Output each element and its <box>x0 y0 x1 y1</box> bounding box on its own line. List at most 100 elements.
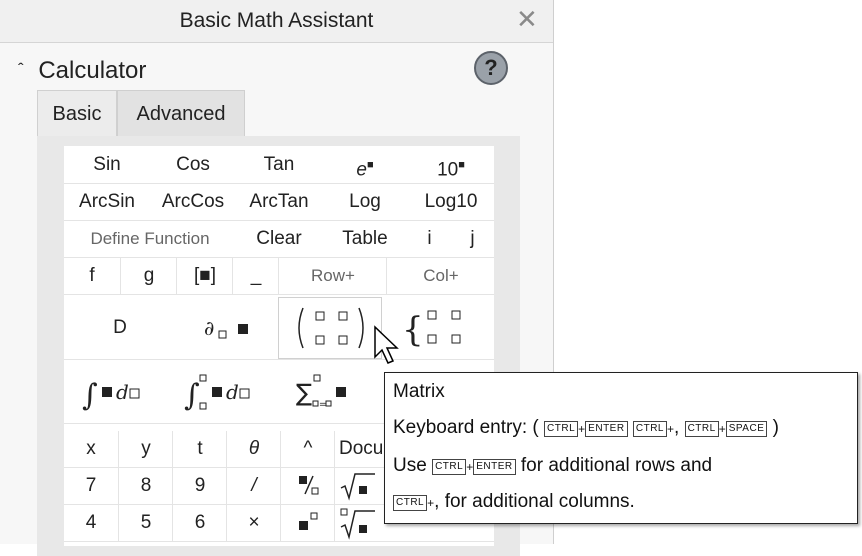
ctrl-key-icon: CTRL <box>684 421 719 437</box>
j-button[interactable]: j <box>451 221 494 257</box>
plus-sign: + <box>718 422 726 436</box>
comma-key: , <box>674 417 680 438</box>
help-icon[interactable]: ? <box>474 51 508 85</box>
matrix-icon <box>298 307 364 349</box>
svg-text:d: d <box>116 380 129 404</box>
derivative-button[interactable]: D <box>64 297 176 359</box>
fraction-icon <box>299 475 319 495</box>
piecewise-icon: { <box>402 310 461 350</box>
svg-text:∫: ∫ <box>184 378 200 413</box>
ctrl-key-icon: CTRL <box>393 495 428 511</box>
y-button[interactable]: y <box>118 431 173 467</box>
sqrt-icon <box>340 473 375 501</box>
log-button[interactable]: Log <box>322 184 408 220</box>
tooltip-use-label: Use <box>393 455 427 476</box>
col-plus-button[interactable]: Col+ <box>386 258 495 294</box>
integral-button[interactable]: ∫ d <box>64 361 176 423</box>
tooltip-close-paren: ) <box>772 417 779 438</box>
multiply-button[interactable]: × <box>226 505 281 541</box>
section-header[interactable]: ˆ Calculator <box>18 57 146 85</box>
collapse-icon[interactable]: ˆ <box>18 60 24 79</box>
plus-sign: + <box>666 422 674 436</box>
nine-button[interactable]: 9 <box>172 468 227 504</box>
tooltip-keyboard-label: Keyboard entry: ( <box>393 417 539 438</box>
row-plus-button[interactable]: Row+ <box>278 258 387 294</box>
f-button[interactable]: f <box>64 258 120 294</box>
tab-advanced[interactable]: Advanced <box>117 90 245 136</box>
tooltip-rows-hint: Use CTRL + ENTER for additional rows and <box>393 455 712 477</box>
arctan-button[interactable]: ArcTan <box>236 184 322 220</box>
table-button[interactable]: Table <box>322 221 408 257</box>
summation-button[interactable]: ∑ = <box>286 361 378 423</box>
bracket-button[interactable]: [■] <box>176 258 233 294</box>
close-icon[interactable]: ✕ <box>516 4 538 34</box>
g-button[interactable]: g <box>120 258 177 294</box>
fraction-button[interactable] <box>280 468 335 504</box>
x-button[interactable]: x <box>64 431 118 467</box>
nth-root-icon <box>340 508 375 540</box>
palette-row: ArcSin ArcCos ArcTan Log Log10 <box>64 184 494 221</box>
power-button[interactable] <box>280 505 335 541</box>
svg-text:{: { <box>402 310 424 350</box>
plus-sign: + <box>578 422 586 436</box>
tab-basic[interactable]: Basic <box>37 90 117 136</box>
cos-button[interactable]: Cos <box>150 147 236 183</box>
exp-label: e <box>356 159 367 181</box>
title-bar: Basic Math Assistant ✕ <box>0 0 553 43</box>
palette-row: D ∂ { <box>64 297 494 360</box>
definite-integral-icon: ∫ d <box>184 374 250 413</box>
divide-button[interactable]: / <box>226 468 281 504</box>
piecewise-button[interactable]: { <box>386 297 494 359</box>
ctrl-key-icon: CTRL <box>544 421 579 437</box>
integral-icon: ∫ d <box>82 378 140 413</box>
eight-button[interactable]: 8 <box>118 468 173 504</box>
tooltip-columns-text: for additional columns. <box>444 491 635 512</box>
tooltip-rows-text: for additional rows and <box>520 455 713 476</box>
ctrl-key-icon: CTRL <box>632 421 667 437</box>
space-key-icon: SPACE <box>725 421 768 437</box>
partial-icon: ∂ <box>204 316 248 340</box>
palette-row: f g [■] _ Row+ Col+ <box>64 258 494 295</box>
pow10-button[interactable]: 10■ <box>408 147 494 183</box>
plus-sign: + <box>466 460 474 474</box>
arccos-button[interactable]: ArcCos <box>150 184 236 220</box>
nth-root-button[interactable] <box>334 505 389 541</box>
t-button[interactable]: t <box>172 431 227 467</box>
define-function-button[interactable]: Define Function <box>64 221 236 257</box>
tooltip-keyboard-entry: Keyboard entry: ( CTRL + ENTER CTRL +, CTRL… <box>393 417 779 439</box>
section-title: Calculator <box>38 57 147 84</box>
seven-button[interactable]: 7 <box>64 468 118 504</box>
six-button[interactable]: 6 <box>172 505 227 541</box>
svg-text:∂: ∂ <box>204 316 214 340</box>
palette-row: Sin Cos Tan e■ 10■ <box>64 147 494 184</box>
four-button[interactable]: 4 <box>64 505 118 541</box>
svg-text:d: d <box>226 380 239 404</box>
mouse-cursor-icon <box>374 325 399 364</box>
five-button[interactable]: 5 <box>118 505 173 541</box>
palette-row: Define Function Clear Table i j <box>64 221 494 258</box>
partial-derivative-button[interactable]: ∂ <box>176 297 278 359</box>
definite-integral-button[interactable]: ∫ d <box>176 361 286 423</box>
matrix-tooltip: Matrix Keyboard entry: ( CTRL + ENTER CTRL… <box>384 372 858 524</box>
ctrl-key-icon: CTRL <box>432 459 467 475</box>
sqrt-button[interactable] <box>334 468 389 504</box>
tooltip-title: Matrix <box>393 381 445 402</box>
i-button[interactable]: i <box>408 221 451 257</box>
subscript-button[interactable]: _ <box>232 258 279 294</box>
summation-icon: ∑ = <box>296 374 346 410</box>
caret-button[interactable]: ^ <box>280 431 335 467</box>
matrix-button[interactable] <box>278 297 382 359</box>
svg-text:=: = <box>319 400 327 410</box>
log10-button[interactable]: Log10 <box>408 184 494 220</box>
exp-button[interactable]: e■ <box>322 147 408 183</box>
svg-text:∫: ∫ <box>82 378 98 413</box>
tan-button[interactable]: Tan <box>236 147 322 183</box>
comma-key: , <box>434 491 440 512</box>
svg-text:∑: ∑ <box>296 379 312 407</box>
theta-button[interactable]: θ <box>226 431 281 467</box>
window-title: Basic Math Assistant <box>179 9 374 32</box>
sin-button[interactable]: Sin <box>64 147 150 183</box>
arcsin-button[interactable]: ArcSin <box>64 184 150 220</box>
clear-button[interactable]: Clear <box>236 221 322 257</box>
tooltip-columns-hint: CTRL +, for additional columns. <box>393 491 635 513</box>
